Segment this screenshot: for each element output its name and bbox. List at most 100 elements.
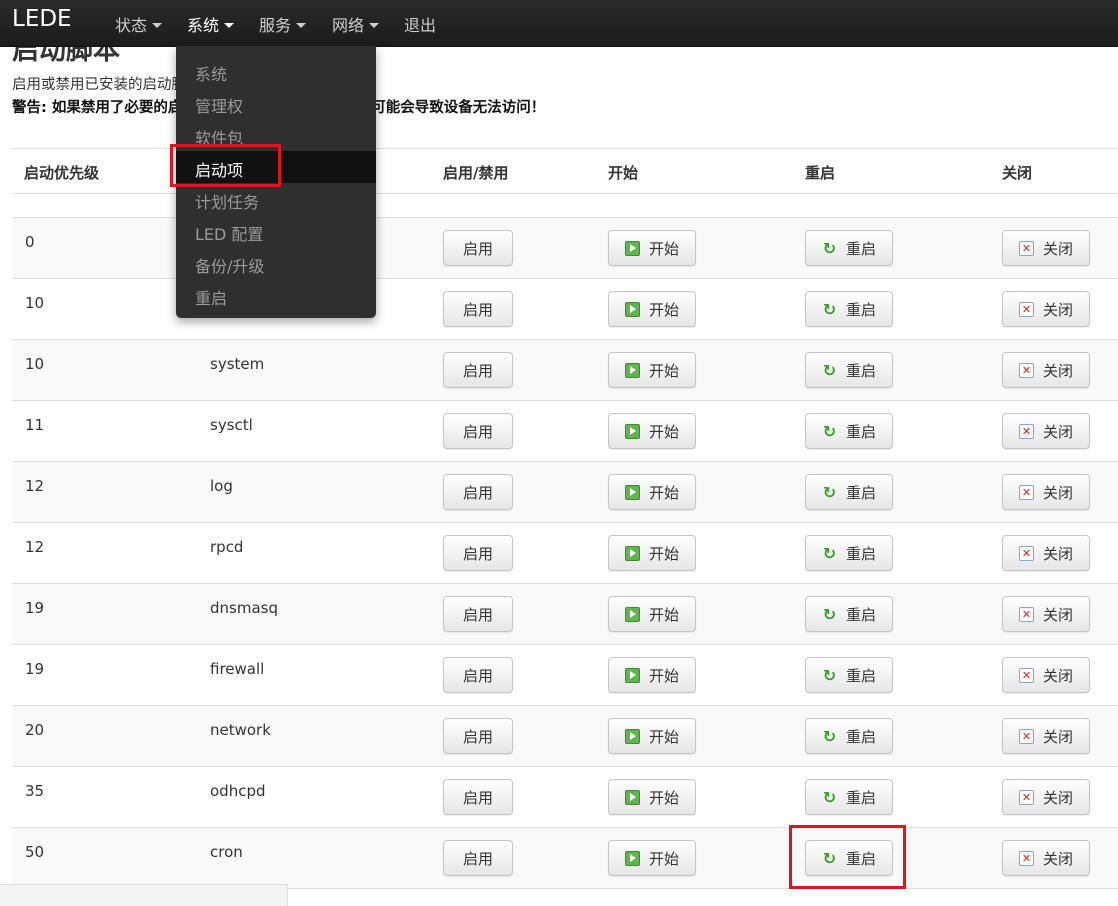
restart-button[interactable]: ↻ 重启 [805,230,893,266]
enable-button[interactable]: 启用 [443,535,513,571]
cell-priority: 0 [25,233,35,251]
enable-button[interactable]: 启用 [443,291,513,327]
play-icon [624,850,640,866]
restart-button[interactable]: ↻ 重启 [805,535,893,571]
stop-icon: ✕ [1018,606,1034,622]
restart-button[interactable]: ↻ 重启 [805,474,893,510]
enable-button-label: 启用 [462,422,493,441]
reload-icon: ↻ [822,360,837,380]
caret-down-icon [296,23,307,28]
stop-button[interactable]: ✕ 关闭 [1002,779,1090,815]
stop-button[interactable]: ✕ 关闭 [1002,230,1090,266]
stop-button[interactable]: ✕ 关闭 [1002,474,1090,510]
caret-down-icon [224,23,235,28]
enable-button[interactable]: 启用 [443,718,513,754]
menu-item-system[interactable]: 系统 [195,61,227,85]
nav-menu-network[interactable]: 网络 [332,12,380,36]
nav-menu-system[interactable]: 系统 [187,12,235,36]
stop-button[interactable]: ✕ 关闭 [1002,657,1090,693]
play-icon [624,789,640,805]
reload-icon: ↻ [822,421,837,441]
menu-item-admin[interactable]: 管理权 [195,93,243,117]
cell-priority: 50 [25,843,45,861]
nav-menu-status[interactable]: 状态 [115,12,163,36]
cell-priority: 12 [25,538,45,556]
stop-icon: ✕ [1018,301,1034,317]
enable-button[interactable]: 启用 [443,779,513,815]
stop-button[interactable]: ✕ 关闭 [1002,840,1090,876]
restart-button-label: 重启 [845,727,876,746]
start-button[interactable]: 开始 [608,413,696,449]
cell-priority: 35 [25,782,45,800]
reload-icon: ↻ [822,299,837,319]
start-button-label: 开始 [648,727,679,746]
restart-button-label: 重启 [845,300,876,319]
start-button[interactable]: 开始 [608,718,696,754]
enable-button[interactable]: 启用 [443,840,513,876]
restart-button[interactable]: ↻ 重启 [805,291,893,327]
enable-button[interactable]: 启用 [443,474,513,510]
table-body: 0 启用 开始 ↻ 重启 ✕ 关闭 10 启用 开始 ↻ 重启 ✕ 关闭 10 system 启用 开始 ↻ 重启 ✕ 关… [12,218,1118,889]
stop-icon: ✕ [1018,423,1034,439]
start-button[interactable]: 开始 [608,596,696,632]
start-button[interactable]: 开始 [608,352,696,388]
table-row: 19 dnsmasq 启用 开始 ↻ 重启 ✕ 关闭 [12,584,1118,645]
play-icon [624,606,640,622]
start-button[interactable]: 开始 [608,474,696,510]
restart-button[interactable]: ↻ 重启 [805,779,893,815]
table-row: 35 odhcpd 启用 开始 ↻ 重启 ✕ 关闭 [12,767,1118,828]
stop-button[interactable]: ✕ 关闭 [1002,352,1090,388]
stop-icon: ✕ [1018,850,1034,866]
start-button[interactable]: 开始 [608,535,696,571]
enable-button[interactable]: 启用 [443,413,513,449]
enable-button[interactable]: 启用 [443,657,513,693]
cell-priority: 10 [25,355,45,373]
cell-script-name: system [210,355,265,373]
enable-button-label: 启用 [462,361,493,380]
restart-button[interactable]: ↻ 重启 [805,413,893,449]
menu-item-led[interactable]: LED 配置 [195,221,263,245]
nav-menu-services[interactable]: 服务 [259,12,307,36]
stop-button[interactable]: ✕ 关闭 [1002,535,1090,571]
stop-button-label: 关闭 [1042,361,1073,380]
start-button[interactable]: 开始 [608,657,696,693]
stop-button-label: 关闭 [1042,727,1073,746]
stop-button[interactable]: ✕ 关闭 [1002,291,1090,327]
menu-item-backup[interactable]: 备份/升级 [195,253,264,277]
cell-script-name: rpcd [210,538,244,556]
stop-button-label: 关闭 [1042,666,1073,685]
restart-button[interactable]: ↻ 重启 [805,352,893,388]
cell-script-name: sysctl [210,416,253,434]
nav-menu-label: 网络 [332,16,365,35]
cell-script-name: firewall [210,660,265,678]
nav-menu-logout[interactable]: 退出 [404,12,436,36]
stop-button[interactable]: ✕ 关闭 [1002,596,1090,632]
start-button[interactable]: 开始 [608,230,696,266]
play-icon [624,301,640,317]
stop-button-label: 关闭 [1042,300,1073,319]
play-icon [624,240,640,256]
menu-item-reboot[interactable]: 重启 [195,285,227,309]
restart-button[interactable]: ↻ 重启 [805,718,893,754]
start-button[interactable]: 开始 [608,840,696,876]
highlight-cron-restart [789,825,906,889]
top-navbar: LEDE 状态 系统 服务 网络 退出 [0,0,1118,47]
cell-priority: 10 [25,294,45,312]
restart-button[interactable]: ↻ 重启 [805,657,893,693]
start-button[interactable]: 开始 [608,291,696,327]
header-restart: 重启 [805,164,836,182]
enable-button[interactable]: 启用 [443,230,513,266]
menu-item-crontab[interactable]: 计划任务 [195,189,259,213]
stop-icon: ✕ [1018,728,1034,744]
brand-logo[interactable]: LEDE [12,6,72,32]
enable-button[interactable]: 启用 [443,352,513,388]
start-button-label: 开始 [648,544,679,563]
start-button[interactable]: 开始 [608,779,696,815]
stop-button[interactable]: ✕ 关闭 [1002,413,1090,449]
restart-button[interactable]: ↻ 重启 [805,596,893,632]
stop-button[interactable]: ✕ 关闭 [1002,718,1090,754]
cell-script-name: cron [210,843,243,861]
restart-button-label: 重启 [845,361,876,380]
enable-button[interactable]: 启用 [443,596,513,632]
restart-button-label: 重启 [845,422,876,441]
